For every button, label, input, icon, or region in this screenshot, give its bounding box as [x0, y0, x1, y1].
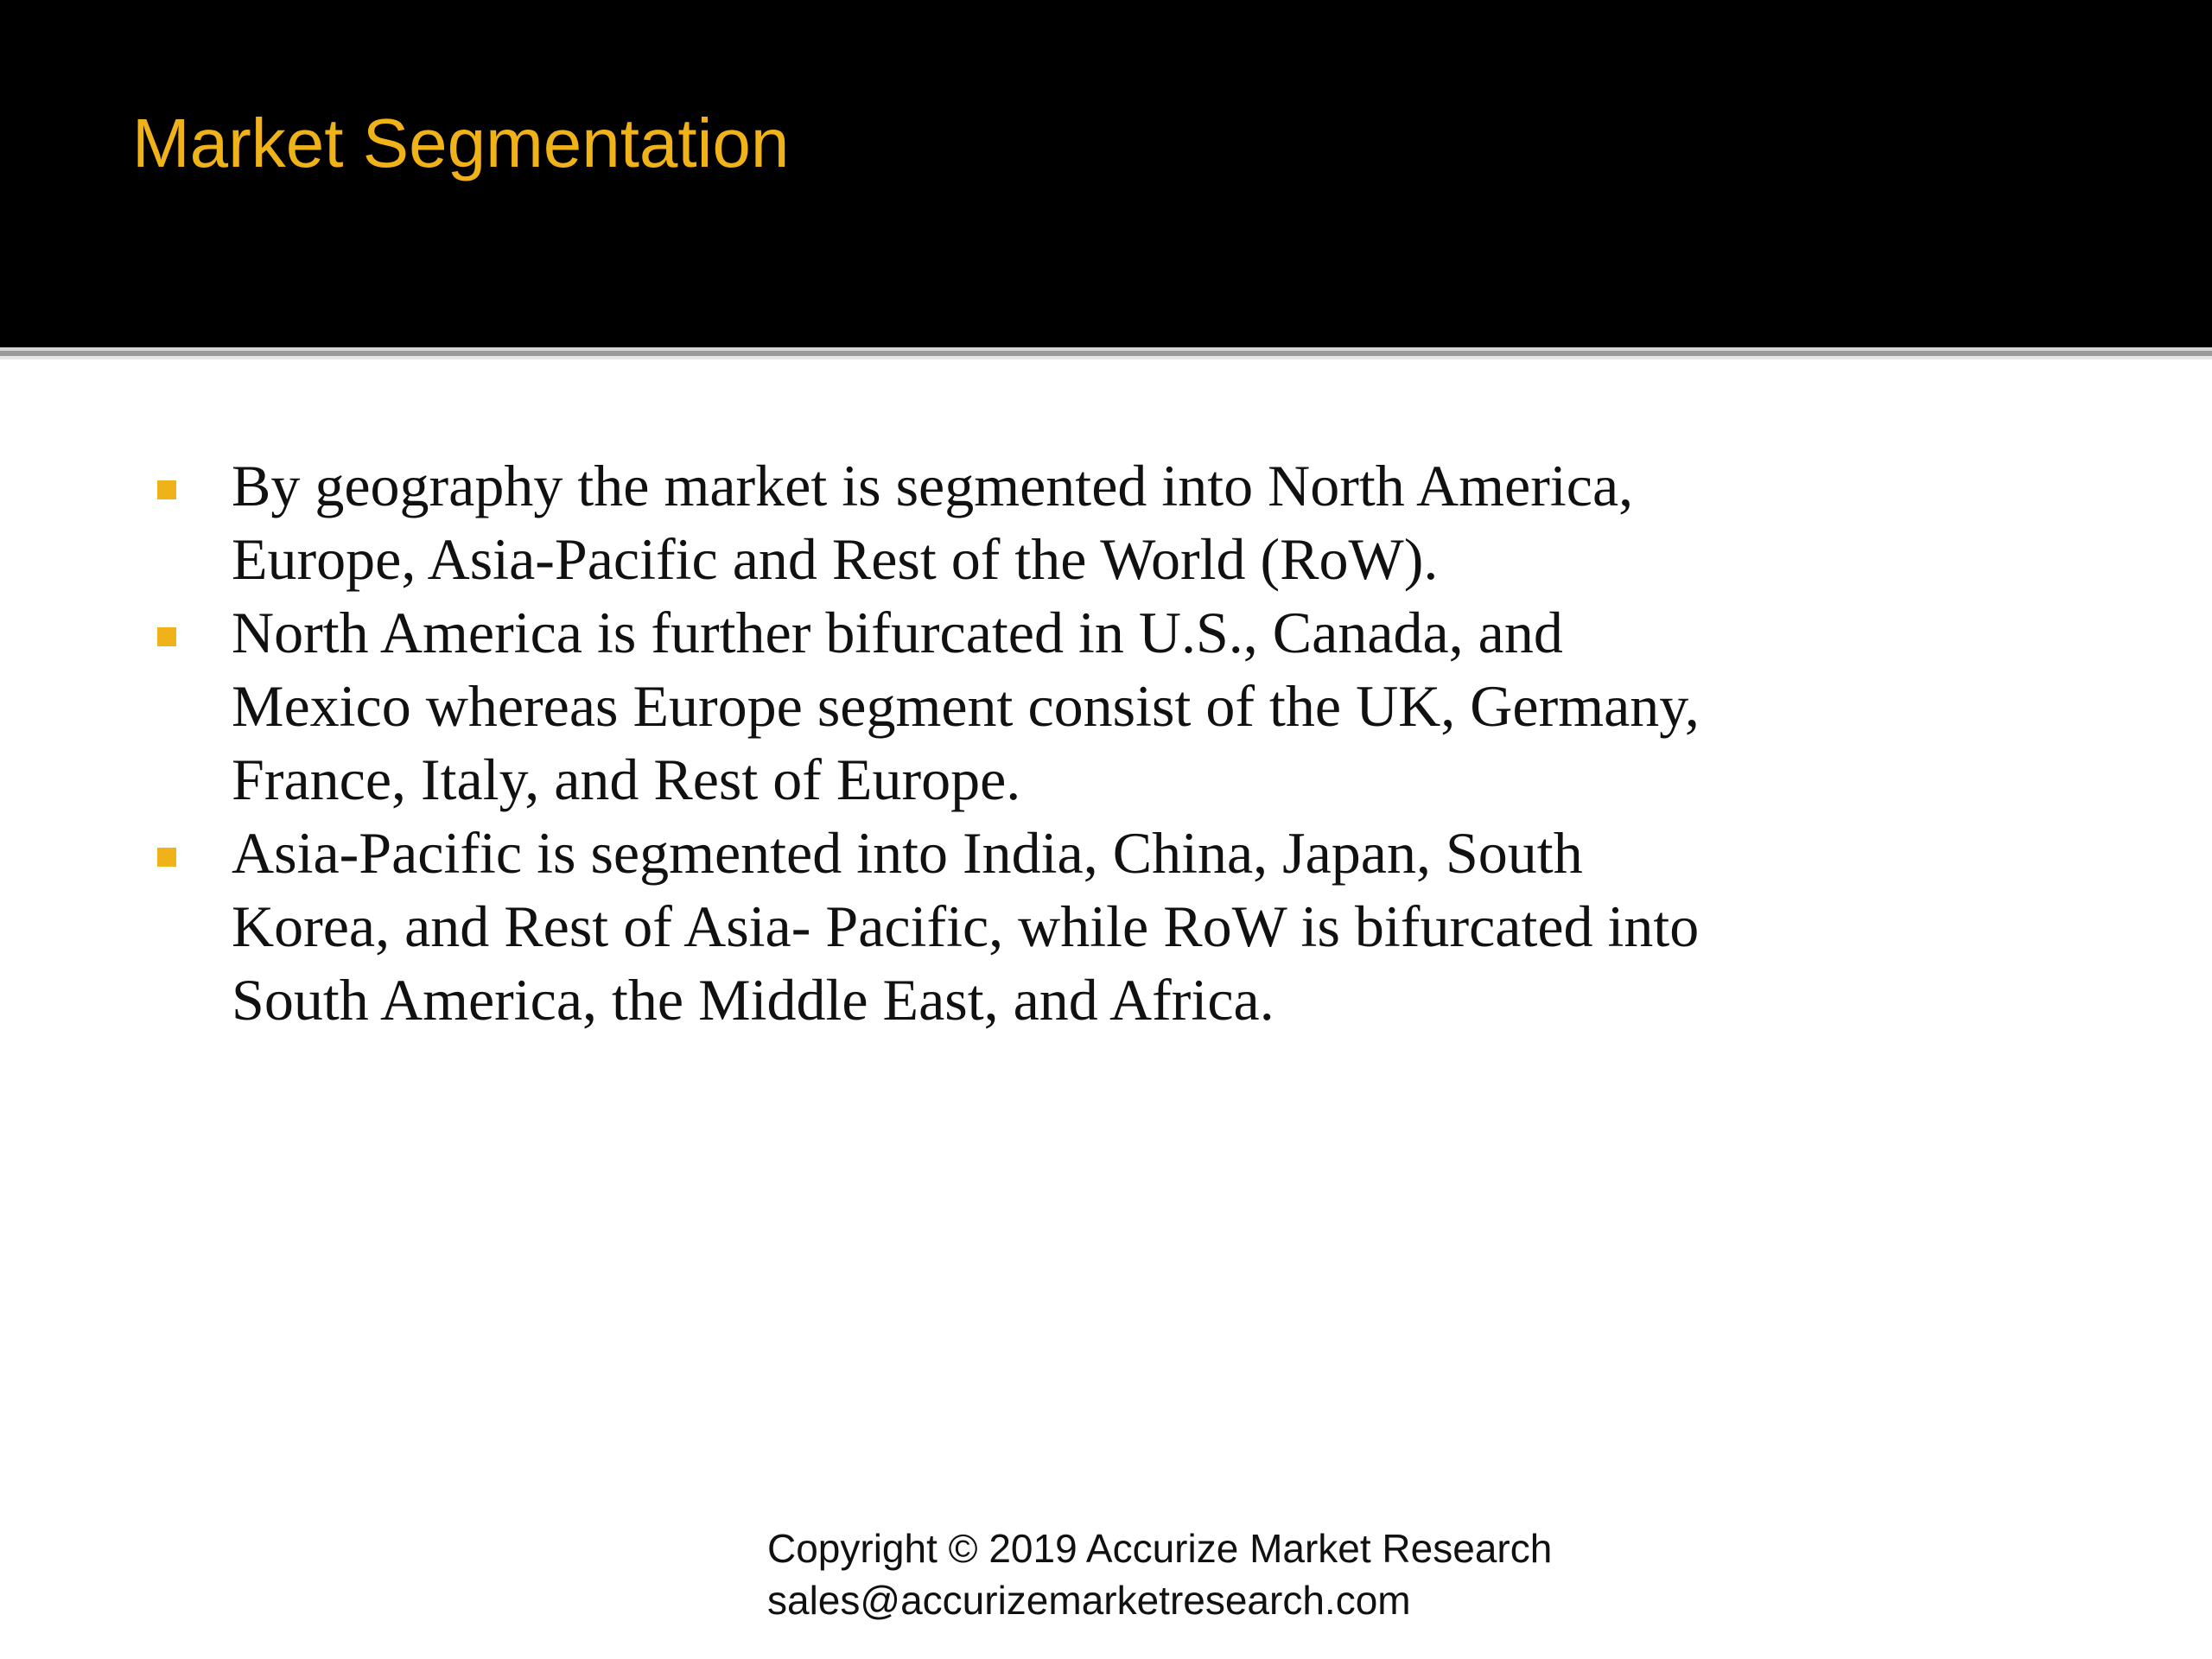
divider-rule-bottom: [0, 356, 2212, 359]
footer-copyright: Copyright © 2019 Accurize Market Researc…: [767, 1526, 1553, 1571]
bullet-item-geography: By geography the market is segmented int…: [0, 449, 2098, 596]
bullet-line: Korea, and Rest of Asia- Pacific, while …: [232, 893, 1700, 959]
bullet-line: By geography the market is segmented int…: [232, 453, 1634, 518]
bullet-list: By geography the market is segmented int…: [0, 449, 2212, 1037]
footer-email: sales@accurizemarketresearch.com: [767, 1578, 1411, 1623]
slide-title: Market Segmentation: [132, 105, 790, 181]
bullet-line: France, Italy, and Rest of Europe.: [232, 747, 1021, 812]
square-bullet-icon: [157, 848, 176, 867]
bullet-line: Europe, Asia-Pacific and Rest of the Wor…: [232, 526, 1439, 592]
square-bullet-icon: [157, 480, 176, 499]
footer: Copyright © 2019 Accurize Market Researc…: [767, 1522, 1552, 1626]
bullet-item-asia-pacific-row: Asia-Pacific is segmented into India, Ch…: [0, 817, 2098, 1037]
bullet-line: Asia-Pacific is segmented into India, Ch…: [232, 820, 1583, 886]
square-bullet-icon: [157, 627, 176, 646]
bullet-item-north-america-europe: North America is further bifurcated in U…: [0, 596, 2098, 817]
title-bar: Market Segmentation: [0, 0, 2212, 347]
bullet-line: Mexico whereas Europe segment consist of…: [232, 673, 1700, 739]
bullet-line: North America is further bifurcated in U…: [232, 600, 1563, 665]
bullet-line: South America, the Middle East, and Afri…: [232, 967, 1274, 1033]
